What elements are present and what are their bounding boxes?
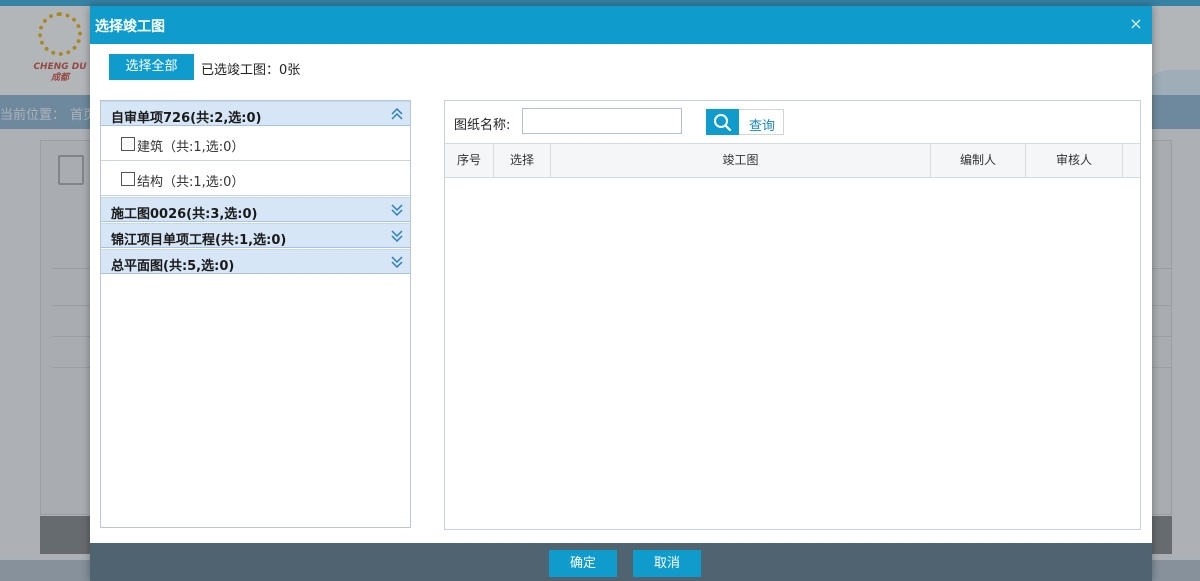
- select-drawings-dialog: 选择竣工图 × 选择全部 已选竣工图：0张 自审单项726(共:2,选:0) 建…: [90, 6, 1152, 581]
- select-all-button[interactable]: 选择全部: [109, 54, 194, 80]
- chevron-down-double-icon[interactable]: [390, 228, 404, 244]
- accordion-header-label: 施工图0026(共:3,选:0): [111, 207, 258, 222]
- accordion-item-label: 建筑（共:1,选:0）: [137, 140, 245, 155]
- accordion-header-project-1[interactable]: 自审单项726(共:2,选:0): [101, 101, 410, 126]
- close-icon[interactable]: ×: [1126, 14, 1146, 34]
- selected-count: 已选竣工图：0张: [201, 63, 301, 78]
- search-button-label: 查询: [749, 119, 776, 134]
- accordion-header-label: 锦江项目单项工程(共:1,选:0): [111, 233, 287, 248]
- dialog-footer: 确定 取消: [90, 543, 1152, 581]
- cancel-button[interactable]: 取消: [633, 550, 701, 577]
- column-header-author[interactable]: 编制人: [931, 144, 1026, 177]
- chevron-down-double-icon[interactable]: [390, 254, 404, 270]
- column-header-reviewer[interactable]: 审核人: [1026, 144, 1123, 177]
- column-header-drawing[interactable]: 竣工图: [551, 144, 931, 177]
- accordion-header-label: 总平面图(共:5,选:0): [111, 259, 235, 274]
- chevron-down-double-icon[interactable]: [390, 202, 404, 218]
- drawing-name-input[interactable]: [522, 108, 682, 134]
- checkbox[interactable]: [121, 137, 135, 151]
- accordion-header-project-4[interactable]: 总平面图(共:5,选:0): [101, 249, 410, 274]
- chevron-up-double-icon[interactable]: [390, 106, 404, 122]
- confirm-button[interactable]: 确定: [549, 550, 617, 577]
- accordion-header-project-3[interactable]: 锦江项目单项工程(共:1,选:0): [101, 223, 410, 248]
- accordion-item-label: 结构（共:1,选:0）: [137, 175, 245, 190]
- accordion-item[interactable]: 结构（共:1,选:0）: [101, 162, 410, 196]
- drawings-panel: 图纸名称: 查询 序号 选择 竣工图 编制人 审核人: [444, 100, 1141, 530]
- accordion-header-label: 自审单项726(共:2,选:0): [111, 111, 262, 126]
- checkbox[interactable]: [121, 172, 135, 186]
- drawings-table-header: 序号 选择 竣工图 编制人 审核人: [445, 143, 1140, 178]
- project-accordion: 自审单项726(共:2,选:0) 建筑（共:1,选:0） 结构（共:1,选:0）…: [100, 100, 411, 528]
- search-button[interactable]: 查询: [706, 109, 784, 135]
- accordion-item[interactable]: 建筑（共:1,选:0）: [101, 127, 410, 161]
- search-label: 图纸名称:: [454, 118, 511, 133]
- column-header-select[interactable]: 选择: [494, 144, 551, 177]
- column-header-index[interactable]: 序号: [445, 144, 494, 177]
- dialog-title: 选择竣工图: [95, 19, 165, 35]
- dialog-titlebar: 选择竣工图 ×: [90, 6, 1152, 44]
- search-icon[interactable]: [706, 109, 739, 135]
- accordion-header-project-2[interactable]: 施工图0026(共:3,选:0): [101, 197, 410, 222]
